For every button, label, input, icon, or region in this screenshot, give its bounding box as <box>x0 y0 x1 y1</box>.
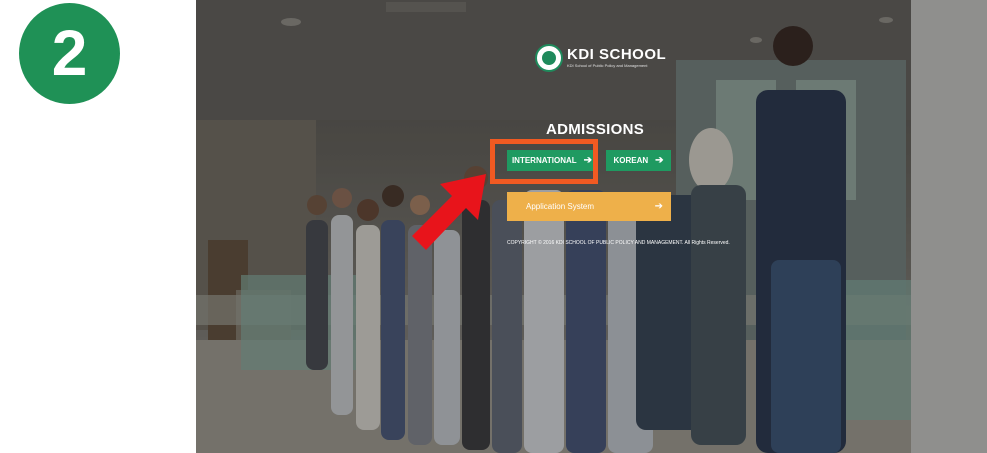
application-system-label: Application System <box>526 202 595 211</box>
arrow-right-icon: ➔ <box>654 200 663 212</box>
korean-button-label: KOREAN <box>613 156 649 165</box>
application-system-button[interactable]: Application System ➔ <box>507 192 671 221</box>
logo-name: KDI SCHOOL <box>567 46 667 63</box>
step-badge: 2 <box>19 3 120 104</box>
copyright-text: COPYRIGHT © 2016 KDI SCHOOL OF PUBLIC PO… <box>507 240 730 246</box>
highlight-frame <box>490 139 598 184</box>
step-number: 2 <box>51 16 88 89</box>
arrow-right-icon: ➔ <box>655 154 664 166</box>
korean-button[interactable]: KOREAN ➔ <box>606 150 671 171</box>
admissions-heading: ADMISSIONS <box>546 121 645 138</box>
kdi-emblem-icon <box>535 44 563 72</box>
kdi-admissions-screenshot: KDI SCHOOL KDI School of Public Policy a… <box>196 0 987 453</box>
logo-subtitle: KDI School of Public Policy and Manageme… <box>567 63 648 68</box>
kdi-school-logo[interactable]: KDI SCHOOL KDI School of Public Policy a… <box>535 44 666 72</box>
